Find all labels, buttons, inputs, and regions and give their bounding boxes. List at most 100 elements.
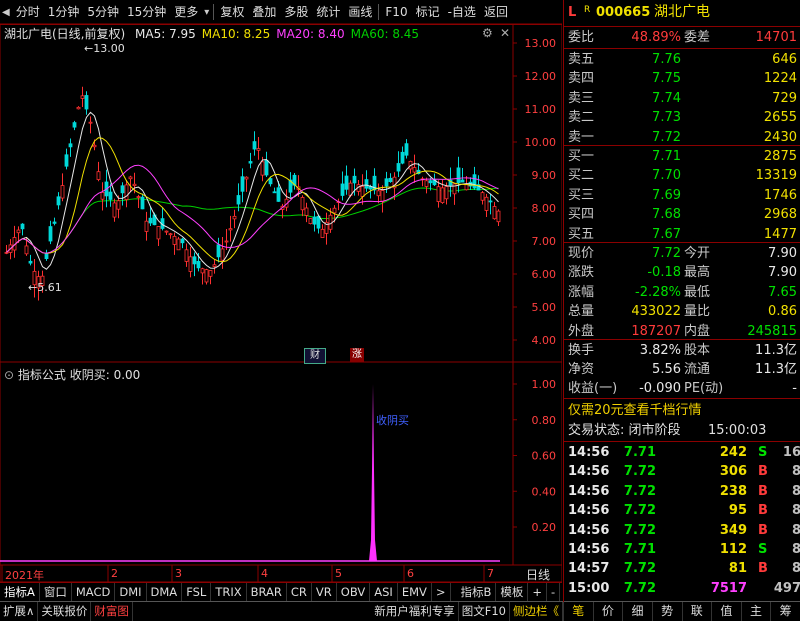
status-item-1[interactable]: 关联报价 [38, 602, 92, 621]
indicator-tab-16[interactable]: + [528, 583, 548, 601]
indicator-tab-2[interactable]: MACD [72, 583, 116, 601]
indicator-name[interactable]: 指标公式 [18, 368, 66, 382]
indicator-tab-0[interactable]: 指标A [0, 583, 40, 601]
status-item-2[interactable]: 财富图 [91, 602, 133, 621]
indicator-axis-tick: 0.40 [532, 485, 557, 498]
indicator-tab-14[interactable]: 指标B [457, 583, 497, 601]
candle [116, 200, 121, 210]
candle [184, 249, 189, 262]
limit-up-event-badge[interactable]: 涨 [350, 348, 364, 362]
indicator-tab-9[interactable]: VR [312, 583, 337, 601]
candle [108, 191, 113, 200]
side-panel-button-2[interactable]: 细 [622, 602, 652, 621]
tick-row: 14:56 7.72 95 B 8 [568, 503, 800, 519]
candle [120, 185, 125, 194]
bids-row: 买二 7.70 13319 [568, 168, 797, 184]
collapse-triangle-icon[interactable]: ⊙ [4, 368, 14, 382]
candle [276, 187, 281, 202]
status-right-item-2[interactable]: 侧边栏《 [510, 602, 563, 621]
status-bar: 扩展∧ 关联报价 财富图 新用户福利专享 图文F10 侧边栏《 笔价细势联值主筹 [0, 601, 800, 621]
bids-row: 买四 7.68 2968 [568, 207, 797, 223]
ma5-line [6, 111, 499, 270]
candle [68, 143, 73, 148]
candle [140, 196, 145, 210]
side-panel-button-1[interactable]: 价 [592, 602, 623, 621]
price-axis-tick: 7.00 [532, 235, 557, 248]
status-item-0[interactable]: 扩展∧ [0, 602, 39, 621]
status-right-item-0[interactable]: 新用户福利专享 [371, 602, 459, 621]
candle [320, 228, 325, 238]
price-axis-tick: 8.00 [532, 202, 557, 215]
quote-header: L R 000665 湖北广电 [564, 3, 800, 22]
kline-chart[interactable]: 13.00 12.00 11.00 10.00 9.00 8.00 7.00 6.00 5.00… [0, 0, 562, 582]
candle [440, 187, 445, 204]
tick-row: 14:56 7.72 306 B 8 [568, 464, 800, 480]
indicator-tab-5[interactable]: FSL [182, 583, 212, 601]
x-axis-label: 3 [175, 567, 182, 580]
price-axis-tick: 9.00 [532, 169, 557, 182]
candle [256, 148, 261, 151]
indicator-tab-15[interactable]: 模板 [496, 583, 529, 601]
price-axis-tick: 12.00 [525, 70, 557, 83]
candle [396, 163, 401, 172]
candle [56, 196, 61, 206]
indicator-tab-10[interactable]: OBV [337, 583, 371, 601]
period-high-label: ←13.00 [84, 42, 125, 55]
candle [444, 186, 449, 200]
candle [328, 214, 333, 230]
ma60-line [6, 187, 499, 254]
indicator-tab-4[interactable]: DMA [147, 583, 183, 601]
promo-row[interactable]: 仅需20元查看千档行情 [564, 401, 800, 420]
candle [204, 269, 209, 283]
quote-stat-row: 外盘 187207 内盘 245815 [568, 323, 797, 339]
candle [228, 228, 233, 231]
candle [460, 179, 465, 183]
quote-fundamental-row: 净资 5.56 流通 11.3亿 [568, 362, 797, 378]
indicator-axis-tick: 0.80 [532, 414, 557, 427]
side-panel-button-6[interactable]: 主 [740, 602, 771, 621]
indicator-tab-3[interactable]: DMI [115, 583, 147, 601]
indicator-tab-12[interactable]: EMV [398, 583, 432, 601]
indicator-axis-tick: 0.20 [532, 521, 557, 534]
side-panel-button-3[interactable]: 势 [651, 602, 682, 621]
period-label[interactable]: 日线 [526, 566, 550, 583]
status-right-item-1[interactable]: 图文F10 [459, 602, 510, 621]
indicator-annotation: 收阴买 [376, 414, 409, 427]
price-axis-tick: 10.00 [525, 136, 557, 149]
side-panel-button-4[interactable]: 联 [681, 602, 712, 621]
candle [424, 180, 429, 187]
indicator-tab-6[interactable]: TRIX [211, 583, 247, 601]
side-panel-button-7[interactable]: 筹 [770, 602, 800, 621]
indicator-tab-8[interactable]: CR [287, 583, 312, 601]
candle [208, 270, 213, 277]
candle [220, 248, 225, 261]
x-axis-label: 2 [111, 567, 118, 580]
stock-code: 000665 [596, 5, 651, 20]
asks-row: 卖四 7.75 1224 [568, 71, 797, 87]
candle [156, 226, 161, 240]
x-axis-label: 4 [261, 567, 268, 580]
indicator-tab-13[interactable]: > [432, 583, 451, 601]
candle [200, 268, 205, 274]
candle [172, 235, 177, 245]
side-panel-button-0[interactable]: 笔 [563, 602, 593, 621]
candle [84, 95, 89, 110]
finance-event-badge[interactable]: 财 [304, 348, 326, 364]
candle [488, 200, 493, 203]
side-panel-button-5[interactable]: 值 [711, 602, 741, 621]
candle [352, 175, 357, 184]
candle [252, 141, 257, 150]
candle [44, 253, 49, 259]
candle [76, 106, 81, 110]
indicator-tab-17[interactable]: - [547, 583, 561, 601]
candle [412, 167, 417, 173]
candle [60, 185, 65, 199]
indicator-tab-1[interactable]: 窗口 [40, 583, 72, 601]
indicator-value: 收阴买: 0.00 [69, 368, 141, 382]
promo-link[interactable]: 仅需20元查看千档行情 [568, 401, 702, 420]
indicator-tab-11[interactable]: ASI [370, 583, 398, 601]
candle [132, 183, 137, 186]
indicator-tab-7[interactable]: BRAR [247, 583, 287, 601]
tick-row: 14:56 7.72 238 B 8 [568, 483, 800, 499]
candle [480, 192, 485, 201]
